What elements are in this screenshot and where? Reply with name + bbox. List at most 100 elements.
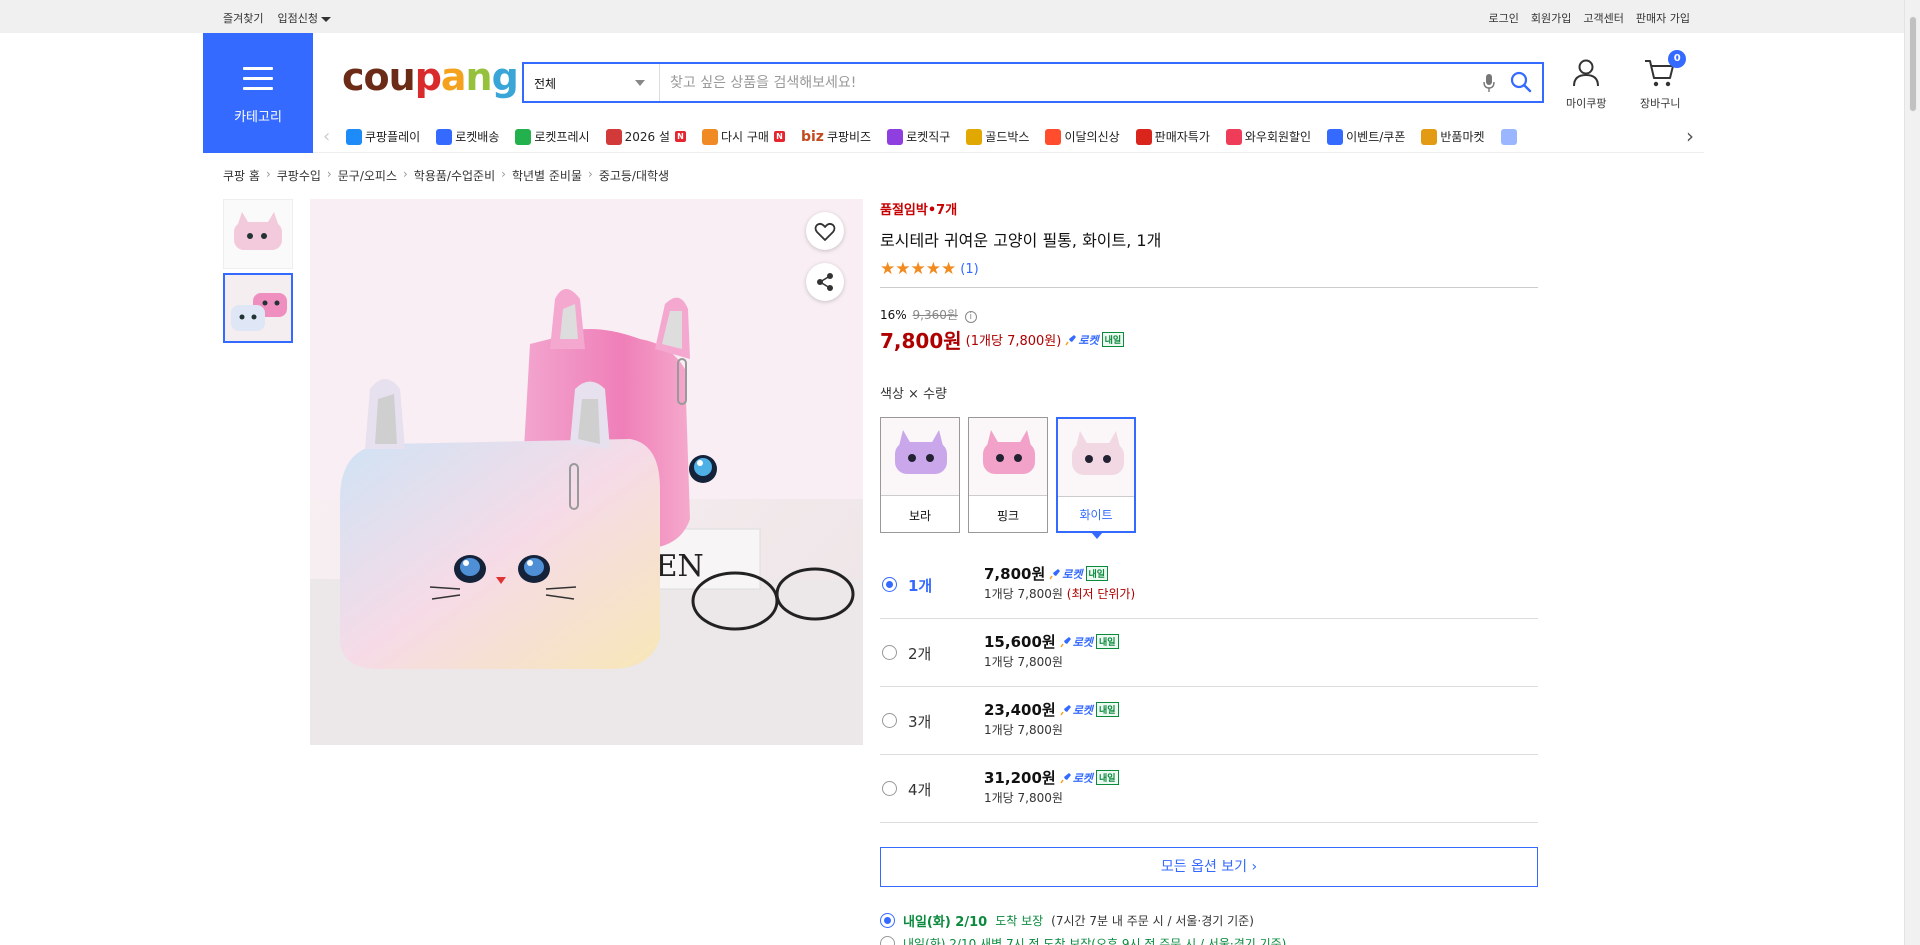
share-button[interactable] [806, 263, 844, 301]
chevron-right-icon: › [588, 167, 593, 181]
nav-item-3[interactable]: 2026 설 N [605, 128, 686, 145]
product-thumbnail-2[interactable] [223, 273, 293, 343]
all-options-button[interactable]: 모든 옵션 보기 › [880, 847, 1538, 887]
quantity-radio[interactable] [882, 577, 897, 592]
seller-signup-link[interactable]: 판매자 가입 [1636, 10, 1690, 26]
market-icon [1421, 128, 1438, 145]
breadcrumb: 쿠팡 홈 › 쿠팡수입 › 문구/오피스 › 학용품/수업준비 › 학년별 준비물 › 중고등/대학… [223, 167, 669, 184]
cart-button[interactable]: 0 장바구니 [1640, 50, 1687, 111]
quantity-count: 4개 [908, 781, 932, 799]
review-count[interactable]: (1) [960, 262, 978, 277]
nav-item-7[interactable]: 골드박스 [966, 128, 1029, 145]
nav-item-label: 다시 구매 [720, 130, 769, 144]
nav-item-10[interactable]: 와우회원할인 [1225, 128, 1311, 145]
info-icon[interactable]: i [964, 311, 977, 323]
breadcrumb-item[interactable]: 문구/오피스 [338, 167, 397, 184]
nav-item-11[interactable]: 이벤트/쿠폰 [1327, 128, 1405, 145]
breadcrumb-item[interactable]: 학년별 준비물 [512, 167, 582, 184]
favorites-link[interactable]: 즐겨찾기 [223, 10, 263, 26]
nav-item-0[interactable]: 쿠팡플레이 [346, 128, 420, 145]
quantity-price: 23,400원 로켓 내일 [984, 699, 1119, 720]
breadcrumb-item[interactable]: 쿠팡수입 [277, 167, 321, 184]
quantity-option-0[interactable]: 1개 7,800원 로켓 내일 1개당 7,800원 (최저 단위가) [880, 551, 1538, 619]
nav-item-1[interactable]: 로켓배송 [436, 128, 499, 145]
swatch-image [1058, 419, 1134, 497]
coupang-logo[interactable]: coupang [342, 55, 519, 99]
rocket-badge: 로켓 내일 [1060, 770, 1119, 786]
my-coupang-label: 마이쿠팡 [1566, 97, 1607, 110]
search-input[interactable] [670, 70, 1450, 95]
delivery-radio[interactable] [880, 936, 895, 945]
nav-item-6[interactable]: 로켓직구 [887, 128, 950, 145]
swatch-label: 핑크 [996, 509, 1020, 523]
my-coupang-button[interactable]: 마이쿠팡 [1566, 58, 1606, 111]
category-menu-button[interactable]: 카테고리 [203, 33, 313, 153]
chevron-right-icon: › [501, 167, 506, 181]
rating[interactable]: ★★★★★ (1) [880, 259, 979, 279]
more-icon [1500, 128, 1517, 145]
customer-center-link[interactable]: 고객센터 [1583, 10, 1623, 26]
nav-item-label: 골드박스 [985, 130, 1030, 144]
nav-item-13[interactable] [1500, 128, 1520, 145]
quantity-option-1[interactable]: 2개 15,600원 로켓 내일 1개당 7,800원 [880, 619, 1538, 687]
partner-apply-label: 입점신청 [277, 12, 318, 25]
delivery-option-2[interactable]: 내일(화) 2/10 새벽 7시 전 도착 보장(오후 9시 전 주문 시 / … [880, 935, 1286, 945]
search-scope-value: 전체 [534, 77, 557, 91]
wishlist-button[interactable] [806, 212, 844, 250]
cart-count-badge: 0 [1668, 50, 1687, 68]
color-swatch-2[interactable]: 화이트 [1056, 417, 1136, 539]
delivery-radio-selected[interactable] [880, 913, 895, 928]
quantity-option-3[interactable]: 4개 31,200원 로켓 내일 1개당 7,800원 [880, 755, 1538, 823]
quantity-price-amount: 23,400원 [984, 701, 1056, 719]
quantity-price: 15,600원 로켓 내일 [984, 631, 1119, 652]
dropdown-arrow-icon [635, 80, 645, 86]
nav-item-5[interactable]: biz 쿠팡비즈 [801, 128, 871, 145]
signup-link[interactable]: 회원가입 [1531, 10, 1571, 26]
quantity-radio[interactable] [882, 781, 897, 796]
play-icon [346, 128, 362, 145]
quantity-radio[interactable] [882, 645, 897, 660]
unit-price-text: 1개당 7,800원 [984, 791, 1063, 805]
delivery-guarantee: 도착 보장 [995, 914, 1044, 928]
star-icon: ★ [910, 259, 926, 279]
rocket-label: 로켓 [1078, 333, 1099, 347]
nav-item-9[interactable]: 판매자특가 [1135, 128, 1210, 145]
search-scope-select[interactable]: 전체 [524, 64, 660, 101]
delivery-option-1[interactable]: 내일(화) 2/10 도착 보장 (7시간 7분 내 주문 시 / 서울·경기 … [880, 911, 1254, 930]
scrollbar-thumb[interactable] [1909, 16, 1917, 112]
rocket-badge: 로켓 내일 [1049, 566, 1109, 582]
breadcrumb-item[interactable]: 쿠팡 홈 [223, 167, 260, 184]
color-swatch-0[interactable]: 보라 [880, 417, 960, 533]
sale-price: 7,800원 [880, 329, 962, 353]
cart-label: 장바구니 [1640, 97, 1681, 110]
quantity-price: 31,200원 로켓 내일 [984, 767, 1119, 788]
breadcrumb-item[interactable]: 학용품/수업준비 [414, 167, 495, 184]
nav-item-12[interactable]: 반품마켓 [1421, 128, 1485, 145]
chevron-left-icon[interactable]: ‹ [323, 126, 330, 147]
nav-item-8[interactable]: 이달의신상 [1045, 128, 1120, 145]
nav-item-label: 2026 설 [624, 130, 670, 144]
page-scrollbar[interactable] [1904, 0, 1920, 945]
rocket-tag: 내일 [1101, 332, 1125, 347]
color-swatch-1[interactable]: 핑크 [968, 417, 1048, 533]
chevron-right-icon: › [402, 167, 408, 181]
product-thumbnail-1[interactable] [223, 199, 293, 269]
chevron-right-icon[interactable]: › [1686, 124, 1694, 148]
login-link[interactable]: 로그인 [1489, 10, 1519, 26]
quantity-option-2[interactable]: 3개 23,400원 로켓 내일 1개당 7,800원 [880, 687, 1538, 755]
discount-rate: 16% [880, 308, 907, 322]
partner-apply-link[interactable]: 입점신청 [277, 10, 331, 26]
rocket-badge: 로켓 내일 [1060, 634, 1119, 650]
rocket-label: 로켓 [1072, 771, 1093, 785]
quantity-count: 2개 [908, 645, 932, 663]
nav-item-4[interactable]: 다시 구매 N [701, 128, 785, 145]
breadcrumb-item[interactable]: 중고등/대학생 [599, 167, 669, 184]
microphone-icon[interactable] [1482, 72, 1496, 98]
search-icon[interactable] [1510, 71, 1532, 97]
chevron-right-icon: › [326, 167, 332, 181]
quantity-count: 3개 [908, 713, 932, 731]
biz-icon: biz [800, 128, 824, 145]
quantity-radio[interactable] [882, 713, 897, 728]
nav-item-2[interactable]: 로켓프레시 [515, 128, 590, 145]
swatch-image [881, 418, 959, 496]
